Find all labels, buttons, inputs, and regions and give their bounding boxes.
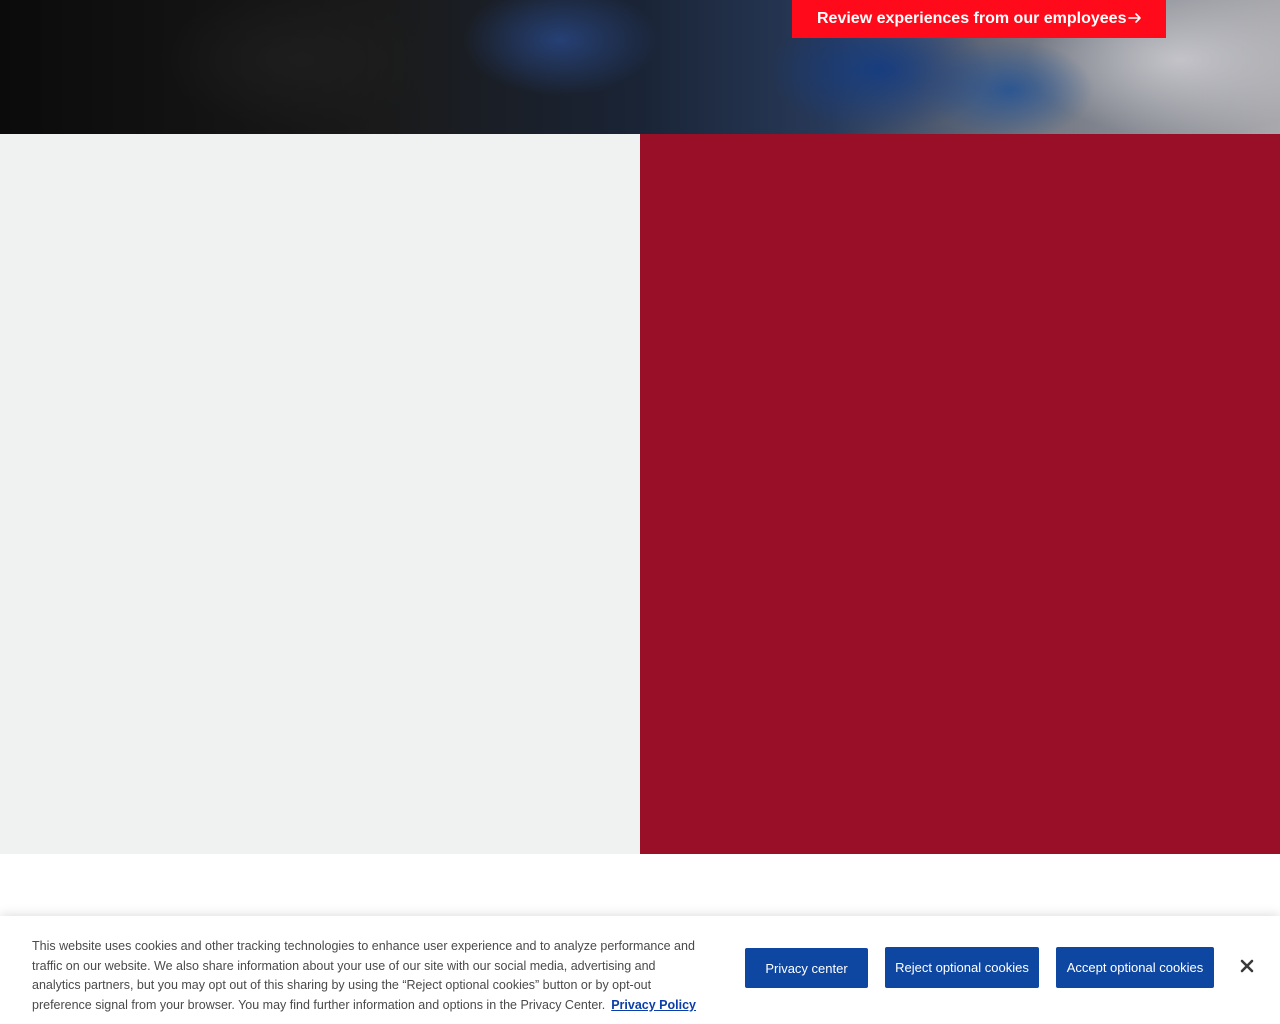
hero-banner: Review experiences from our employees [0,0,1280,134]
review-experiences-label: Review experiences from our employees [817,10,1127,27]
close-banner-button[interactable] [1234,955,1260,981]
cookie-notice-text: This website uses cookies and other trac… [32,937,707,1015]
left-content-panel [0,134,640,854]
right-content-panel [640,134,1280,854]
privacy-center-button[interactable]: Privacy center [745,948,868,988]
cookie-consent-banner: This website uses cookies and other trac… [0,916,1280,1024]
close-icon [1240,959,1254,978]
cookie-notice-body: This website uses cookies and other trac… [32,939,695,1012]
reject-optional-cookies-button[interactable]: Reject optional cookies [885,947,1039,988]
accept-optional-cookies-button[interactable]: Accept optional cookies [1056,947,1214,988]
privacy-policy-link[interactable]: Privacy Policy [611,998,696,1012]
review-experiences-button[interactable]: Review experiences from our employees [792,0,1166,38]
arrow-right-icon [1128,12,1142,26]
